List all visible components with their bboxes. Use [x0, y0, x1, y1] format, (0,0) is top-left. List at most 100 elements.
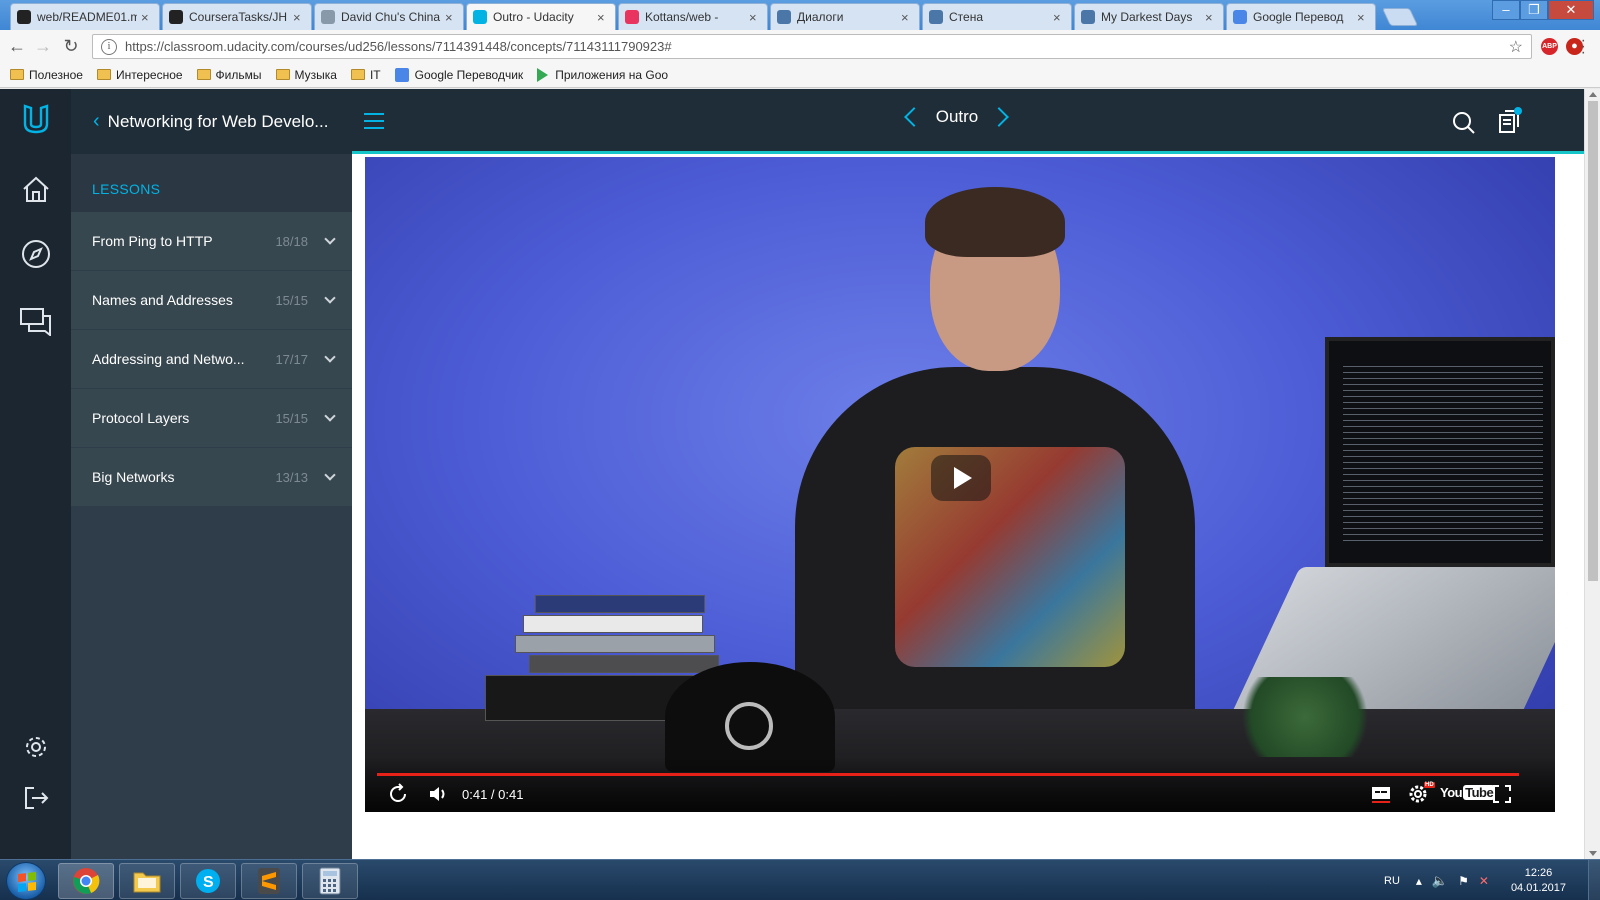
browser-tab[interactable]: web/README01.m ×	[10, 3, 160, 30]
bookmark-item[interactable]: Приложения на Goo	[537, 67, 668, 82]
chevron-down-icon[interactable]	[324, 410, 336, 422]
clock-time: 12:26	[1524, 866, 1553, 879]
browser-tab[interactable]: CourseraTasks/JH ×	[162, 3, 312, 30]
fullscreen-icon[interactable]	[1493, 783, 1511, 805]
tab-close-icon[interactable]: ×	[1053, 10, 1065, 25]
video-player[interactable]: 0:41 / 0:41 HD You Tube	[365, 157, 1555, 812]
browser-tab[interactable]: David Chu's China ×	[314, 3, 464, 30]
forward-arrow-icon[interactable]: →	[32, 36, 54, 58]
browser-tab[interactable]: My Darkest Days ×	[1074, 3, 1224, 30]
bookmark-item[interactable]: Google Переводчик	[394, 67, 523, 82]
tab-close-icon[interactable]: ×	[597, 10, 609, 25]
windows-taskbar: S RU ▴ 🔈 ⚑ ✕ 12:26 04.01.2017	[0, 859, 1600, 900]
maximize-button[interactable]: ❐	[1520, 0, 1548, 20]
site-info-icon[interactable]: i	[101, 38, 117, 55]
lesson-item[interactable]: From Ping to HTTP 18/18	[71, 212, 352, 271]
forum-chat-icon[interactable]	[18, 303, 54, 339]
progress-fill	[377, 773, 1519, 776]
home-icon[interactable]	[18, 171, 54, 207]
taskbar-explorer[interactable]	[119, 863, 175, 899]
chrome-menu-icon[interactable]: · · ·	[1581, 33, 1586, 61]
browser-tab[interactable]: Kottans/web - ×	[618, 3, 768, 30]
tab-close-icon[interactable]: ×	[749, 10, 761, 25]
play-button-icon[interactable]	[931, 455, 991, 501]
course-header[interactable]: ‹ Networking for Web Develo...	[71, 89, 352, 154]
browser-tab[interactable]: Диалоги ×	[770, 3, 920, 30]
lesson-item[interactable]: Names and Addresses 15/15	[71, 271, 352, 330]
action-center-icon[interactable]: ⚑	[1458, 874, 1469, 888]
volume-icon[interactable]	[427, 783, 449, 805]
bookmark-item[interactable]: Музыка	[275, 68, 337, 82]
speaker-icon[interactable]: 🔈	[1432, 873, 1448, 889]
reload-icon[interactable]: ↻	[60, 36, 82, 58]
search-icon[interactable]	[1452, 111, 1476, 138]
tab-close-icon[interactable]: ×	[901, 10, 913, 25]
chevron-down-icon[interactable]	[324, 233, 336, 245]
browser-tab[interactable]: Outro - Udacity ×	[466, 3, 616, 30]
taskbar-skype[interactable]: S	[180, 863, 236, 899]
chevron-down-icon[interactable]	[324, 469, 336, 481]
tray-up-arrow-icon[interactable]: ▴	[1416, 874, 1422, 888]
hamburger-menu-icon[interactable]	[364, 113, 384, 134]
browser-tab[interactable]: Стена ×	[922, 3, 1072, 30]
video-progress-bar[interactable]	[377, 773, 1519, 776]
close-window-button[interactable]: ✕	[1548, 0, 1594, 20]
bookmark-item[interactable]: IT	[350, 68, 381, 82]
youtube-logo[interactable]: You Tube	[1440, 785, 1496, 800]
lesson-item[interactable]: Addressing and Netwo... 17/17	[71, 330, 352, 389]
scrollbar-thumb[interactable]	[1588, 101, 1598, 581]
lesson-item[interactable]: Big Networks 13/13	[71, 448, 352, 507]
hd-badge: HD	[1424, 782, 1435, 788]
show-desktop-button[interactable]	[1588, 860, 1600, 900]
logout-icon[interactable]	[18, 780, 54, 816]
chevron-down-icon[interactable]	[324, 292, 336, 304]
chevron-down-icon[interactable]	[324, 351, 336, 363]
taskbar-chrome[interactable]	[58, 863, 114, 899]
tab-close-icon[interactable]: ×	[141, 10, 153, 25]
lesson-progress-count: 18/18	[275, 233, 308, 249]
bookmark-item[interactable]: Полезное	[10, 68, 83, 82]
lesson-progress-count: 15/15	[275, 410, 308, 426]
system-tray: RU ▴ 🔈 ⚑ ✕ 12:26 04.01.2017	[1384, 860, 1600, 900]
url-text[interactable]: https://classroom.udacity.com/courses/ud…	[125, 39, 1509, 54]
lesson-item[interactable]: Protocol Layers 15/15	[71, 389, 352, 448]
tab-close-icon[interactable]: ×	[1357, 10, 1369, 25]
page-scrollbar[interactable]	[1584, 89, 1600, 859]
network-icon[interactable]: ✕	[1479, 874, 1489, 888]
replay-icon[interactable]	[387, 783, 409, 805]
address-bar[interactable]: i https://classroom.udacity.com/courses/…	[92, 34, 1532, 59]
bookmark-item[interactable]: Фильмы	[196, 68, 262, 82]
back-arrow-icon[interactable]: ←	[6, 36, 28, 58]
tab-title: Стена	[949, 10, 984, 24]
bookmark-star-icon[interactable]: ☆	[1509, 37, 1523, 57]
scroll-up-icon[interactable]	[1589, 92, 1597, 97]
tab-title: David Chu's China	[341, 10, 441, 24]
folder-icon	[10, 69, 24, 80]
browser-tab[interactable]: Google Перевод ×	[1226, 3, 1376, 30]
tab-close-icon[interactable]: ×	[1205, 10, 1217, 25]
taskbar-calculator[interactable]	[302, 863, 358, 899]
new-tab-button[interactable]	[1381, 8, 1419, 26]
course-title[interactable]: Networking for Web Develo...	[108, 112, 329, 132]
taskbar-sublime-text[interactable]	[241, 863, 297, 899]
bookmark-item[interactable]: Интересное	[96, 68, 183, 82]
adblock-icon[interactable]: ABP	[1541, 38, 1558, 55]
compass-icon[interactable]	[18, 236, 54, 272]
settings-gear-icon[interactable]	[18, 729, 54, 765]
tab-close-icon[interactable]: ×	[293, 10, 305, 25]
scroll-down-icon[interactable]	[1589, 851, 1597, 856]
start-button[interactable]	[6, 862, 46, 900]
google-translate-icon	[394, 67, 409, 82]
minimize-button[interactable]: –	[1492, 0, 1520, 20]
subtitles-icon[interactable]	[1371, 783, 1391, 805]
tab-close-icon[interactable]: ×	[445, 10, 457, 25]
language-indicator[interactable]: RU	[1384, 875, 1400, 887]
background-monitor	[1325, 337, 1555, 567]
browser-tab-strip: web/README01.m × CourseraTasks/JH × David Ch…	[0, 0, 1600, 30]
lessons-heading: LESSONS	[71, 154, 352, 212]
clock[interactable]: 12:26 04.01.2017	[1511, 866, 1566, 896]
resources-icon[interactable]	[1496, 107, 1524, 138]
back-chevron-icon[interactable]: ‹	[93, 110, 100, 133]
udacity-logo-icon[interactable]	[18, 101, 54, 137]
github-icon	[17, 10, 31, 24]
